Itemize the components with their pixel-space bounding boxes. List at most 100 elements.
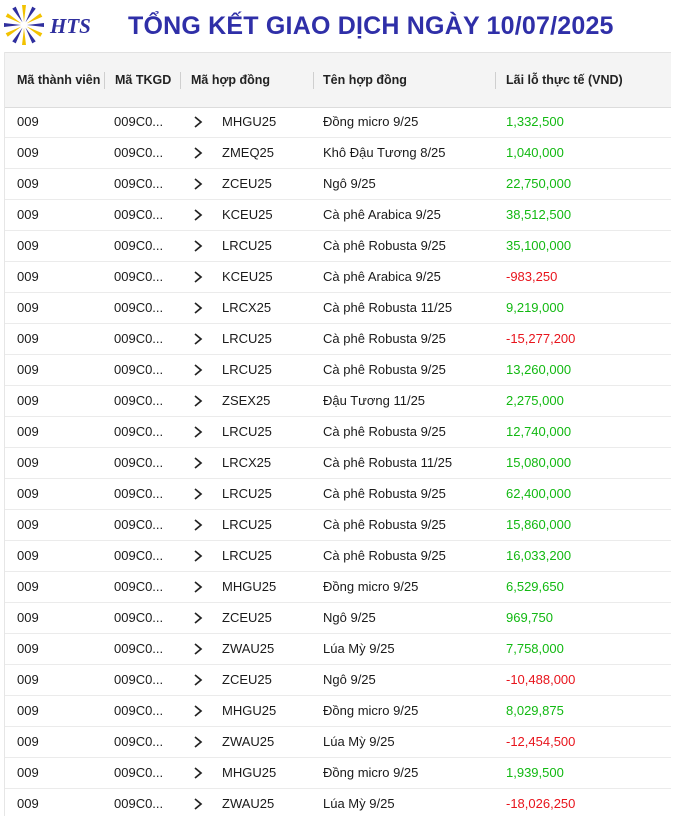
expand-chevron-icon[interactable]: [193, 386, 209, 416]
member-cell: 009: [17, 455, 39, 470]
sunburst-logo-icon: [4, 5, 44, 45]
account-cell: 009C0...: [114, 672, 164, 687]
trade-summary-table: Mã thành viên Mã TKGD Mã hợp đồng Tên hợ…: [4, 52, 673, 816]
table-row[interactable]: 009 009C0... LRCU25 Cà phê Robusta 9/25 16,0…: [5, 541, 673, 572]
table-row[interactable]: 009 009C0... ZSEX25 Đậu Tương 11/25 2,275,00…: [5, 386, 673, 417]
contract-code-cell: LRCU25: [222, 548, 272, 563]
contract-name-cell: Cà phê Arabica 9/25: [323, 269, 441, 284]
contract-name-cell: Đồng micro 9/25: [323, 703, 419, 718]
contract-code-cell: LRCU25: [222, 331, 272, 346]
column-header-account[interactable]: Mã TKGD: [115, 53, 177, 107]
pnl-cell: 8,029,875: [506, 703, 564, 718]
table-row[interactable]: 009 009C0... KCEU25 Cà phê Arabica 9/25 -983…: [5, 262, 673, 293]
expand-chevron-icon[interactable]: [193, 541, 209, 571]
table-row[interactable]: 009 009C0... ZWAU25 Lúa Mỳ 9/25 -12,454,500: [5, 727, 673, 758]
table-row[interactable]: 009 009C0... ZCEU25 Ngô 9/25 -10,488,000: [5, 665, 673, 696]
table-row[interactable]: 009 009C0... LRCU25 Cà phê Robusta 9/25 13,2…: [5, 355, 673, 386]
table-row[interactable]: 009 009C0... LRCU25 Cà phê Robusta 9/25 15,8…: [5, 510, 673, 541]
expand-chevron-icon[interactable]: [193, 479, 209, 509]
table-row[interactable]: 009 009C0... MHGU25 Đồng micro 9/25 6,529,65…: [5, 572, 673, 603]
member-cell: 009: [17, 424, 39, 439]
member-cell: 009: [17, 703, 39, 718]
contract-code-cell: MHGU25: [222, 579, 277, 594]
table-row[interactable]: 009 009C0... LRCU25 Cà phê Robusta 9/25 35,1…: [5, 231, 673, 262]
contract-name-cell: Đồng micro 9/25: [323, 114, 419, 129]
expand-chevron-icon[interactable]: [193, 572, 209, 602]
expand-chevron-icon[interactable]: [193, 262, 209, 292]
pnl-cell: 35,100,000: [506, 238, 572, 253]
table-row[interactable]: 009 009C0... LRCU25 Cà phê Robusta 9/25 12,7…: [5, 417, 673, 448]
expand-chevron-icon[interactable]: [193, 634, 209, 664]
pnl-cell: 16,033,200: [506, 548, 572, 563]
expand-chevron-icon[interactable]: [193, 510, 209, 540]
expand-chevron-icon[interactable]: [193, 758, 209, 788]
expand-chevron-icon[interactable]: [193, 789, 209, 816]
contract-code-cell: MHGU25: [222, 114, 277, 129]
contract-name-cell: Lúa Mỳ 9/25: [323, 734, 395, 749]
table-row[interactable]: 009 009C0... ZWAU25 Lúa Mỳ 9/25 -18,026,250: [5, 789, 673, 816]
expand-chevron-icon[interactable]: [193, 603, 209, 633]
contract-code-cell: ZCEU25: [222, 176, 272, 191]
column-header-pnl[interactable]: Lãi lỗ thực tế (VND): [506, 53, 666, 107]
pnl-cell: 6,529,650: [506, 579, 564, 594]
account-cell: 009C0...: [114, 145, 164, 160]
member-cell: 009: [17, 393, 39, 408]
pnl-cell: 62,400,000: [506, 486, 572, 501]
contract-name-cell: Khô Đậu Tương 8/25: [323, 145, 446, 160]
table-row[interactable]: 009 009C0... MHGU25 Đồng micro 9/25 1,332,50…: [5, 107, 673, 138]
pnl-cell: -10,488,000: [506, 672, 576, 687]
contract-name-cell: Lúa Mỳ 9/25: [323, 641, 395, 656]
table-row[interactable]: 009 009C0... ZWAU25 Lúa Mỳ 9/25 7,758,000: [5, 634, 673, 665]
table-row[interactable]: 009 009C0... ZCEU25 Ngô 9/25 22,750,000: [5, 169, 673, 200]
table-body: 009 009C0... MHGU25 Đồng micro 9/25 1,332,50…: [5, 107, 673, 816]
expand-chevron-icon[interactable]: [193, 200, 209, 230]
column-resize-handle[interactable]: [313, 72, 314, 89]
expand-chevron-icon[interactable]: [193, 448, 209, 478]
column-resize-handle[interactable]: [180, 72, 181, 89]
table-row[interactable]: 009 009C0... MHGU25 Đồng micro 9/25 8,029,87…: [5, 696, 673, 727]
contract-code-cell: LRCU25: [222, 486, 272, 501]
contract-code-cell: ZCEU25: [222, 610, 272, 625]
column-header-contract-code[interactable]: Mã hợp đồng: [191, 53, 309, 107]
pnl-cell: 15,080,000: [506, 455, 572, 470]
expand-chevron-icon[interactable]: [193, 231, 209, 261]
table-row[interactable]: 009 009C0... ZMEQ25 Khô Đậu Tương 8/25 1,040…: [5, 138, 673, 169]
member-cell: 009: [17, 145, 39, 160]
account-cell: 009C0...: [114, 424, 164, 439]
pnl-cell: 7,758,000: [506, 641, 564, 656]
expand-chevron-icon[interactable]: [193, 417, 209, 447]
contract-code-cell: LRCU25: [222, 362, 272, 377]
table-row[interactable]: 009 009C0... ZCEU25 Ngô 9/25 969,750: [5, 603, 673, 634]
table-row[interactable]: 009 009C0... LRCX25 Cà phê Robusta 11/25 9,2…: [5, 293, 673, 324]
expand-chevron-icon[interactable]: [193, 727, 209, 757]
table-row[interactable]: 009 009C0... LRCX25 Cà phê Robusta 11/25 15,…: [5, 448, 673, 479]
expand-chevron-icon[interactable]: [193, 665, 209, 695]
column-resize-handle[interactable]: [104, 72, 105, 89]
expand-chevron-icon[interactable]: [193, 107, 209, 137]
member-cell: 009: [17, 517, 39, 532]
contract-code-cell: MHGU25: [222, 765, 277, 780]
expand-chevron-icon[interactable]: [193, 169, 209, 199]
contract-name-cell: Đậu Tương 11/25: [323, 393, 426, 408]
hts-logo: HTS: [4, 2, 114, 50]
expand-chevron-icon[interactable]: [193, 138, 209, 168]
table-row[interactable]: 009 009C0... KCEU25 Cà phê Arabica 9/25 38,5…: [5, 200, 673, 231]
pnl-cell: -15,277,200: [506, 331, 576, 346]
table-row[interactable]: 009 009C0... LRCU25 Cà phê Robusta 9/25 -15,…: [5, 324, 673, 355]
member-cell: 009: [17, 734, 39, 749]
expand-chevron-icon[interactable]: [193, 324, 209, 354]
expand-chevron-icon[interactable]: [193, 696, 209, 726]
member-cell: 009: [17, 672, 39, 687]
member-cell: 009: [17, 548, 39, 563]
expand-chevron-icon[interactable]: [193, 355, 209, 385]
column-header-contract-name[interactable]: Tên hợp đồng: [323, 53, 493, 107]
column-resize-handle[interactable]: [495, 72, 496, 89]
logo-text: HTS: [50, 14, 91, 38]
contract-name-cell: Cà phê Arabica 9/25: [323, 207, 441, 222]
expand-chevron-icon[interactable]: [193, 293, 209, 323]
account-cell: 009C0...: [114, 641, 164, 656]
table-row[interactable]: 009 009C0... LRCU25 Cà phê Robusta 9/25 62,4…: [5, 479, 673, 510]
table-row[interactable]: 009 009C0... MHGU25 Đồng micro 9/25 1,939,50…: [5, 758, 673, 789]
contract-name-cell: Đồng micro 9/25: [323, 579, 419, 594]
column-header-member[interactable]: Mã thành viên: [17, 53, 103, 107]
